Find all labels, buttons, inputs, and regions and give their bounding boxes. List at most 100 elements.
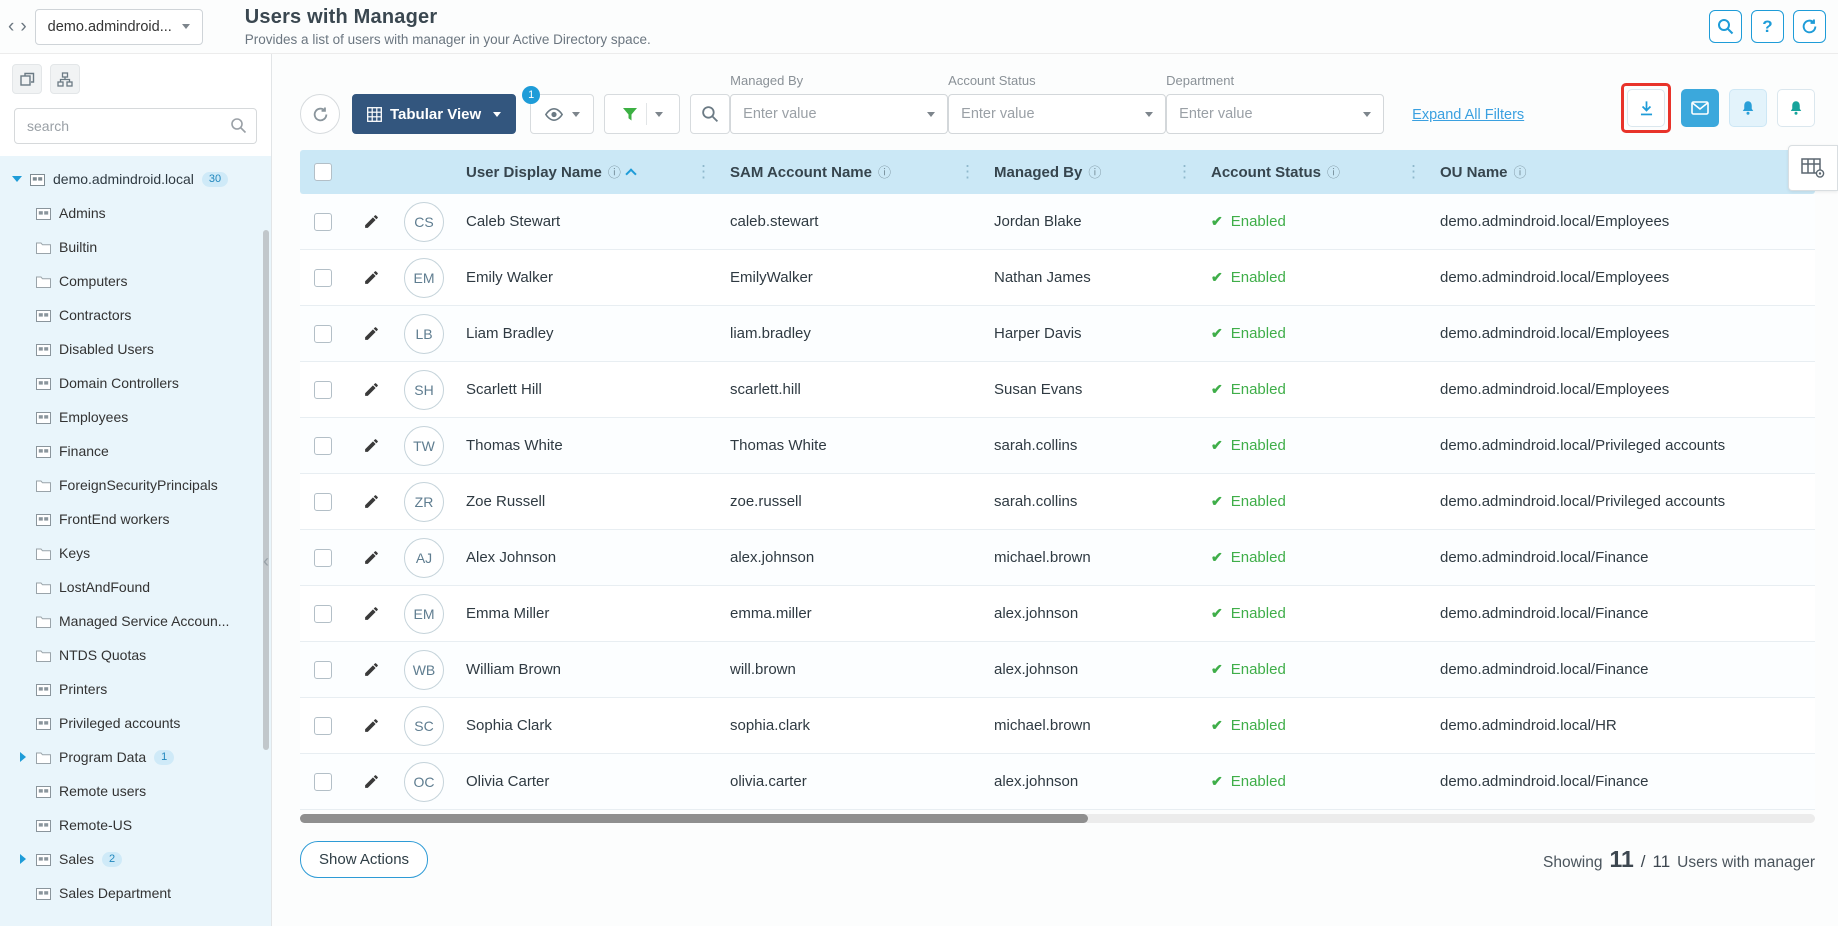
filter-field-select[interactable]: Enter value bbox=[730, 94, 948, 134]
tree-expand-icon[interactable] bbox=[20, 854, 26, 864]
row-checkbox[interactable] bbox=[314, 325, 332, 343]
workspace-switch-button[interactable] bbox=[12, 64, 42, 94]
tree-expand-icon[interactable] bbox=[20, 752, 26, 762]
download-button[interactable] bbox=[1627, 89, 1665, 127]
edit-user-button[interactable] bbox=[346, 549, 396, 566]
edit-user-button[interactable] bbox=[346, 213, 396, 230]
status-label: Enabled bbox=[1231, 549, 1286, 566]
session-sync-button[interactable] bbox=[1793, 10, 1826, 43]
sidebar-tree-item[interactable]: Finance bbox=[0, 434, 271, 468]
notification-bell-button[interactable] bbox=[1777, 89, 1815, 127]
sidebar-tree-item[interactable]: Disabled Users bbox=[0, 332, 271, 366]
sidebar-scrollbar[interactable] bbox=[263, 230, 269, 750]
sidebar-tree-item[interactable]: Sales 2 bbox=[0, 842, 271, 876]
sidebar-tree-item[interactable]: Admins bbox=[0, 196, 271, 230]
column-header-status[interactable]: Account Status ⓘ ⋮ bbox=[1211, 162, 1440, 182]
info-icon[interactable]: ⓘ bbox=[878, 166, 891, 179]
sidebar-tree-item[interactable]: Remote-US bbox=[0, 808, 271, 842]
report-search-button[interactable] bbox=[690, 94, 730, 134]
column-visibility-dropdown[interactable] bbox=[530, 94, 594, 134]
edit-user-button[interactable] bbox=[346, 605, 396, 622]
domain-selector-dropdown[interactable]: demo.admindroid... bbox=[35, 9, 203, 45]
sidebar-tree-item[interactable]: LostAndFound bbox=[0, 570, 271, 604]
edit-user-button[interactable] bbox=[346, 493, 396, 510]
sidebar-tree-item[interactable]: Keys bbox=[0, 536, 271, 570]
row-avatar: EM bbox=[404, 594, 444, 634]
refresh-button[interactable] bbox=[300, 94, 340, 134]
nav-back-icon[interactable]: ‹ bbox=[6, 16, 16, 38]
sidebar-tree-item[interactable]: Computers bbox=[0, 264, 271, 298]
filter-field-select[interactable]: Enter value bbox=[948, 94, 1166, 134]
hierarchy-view-button[interactable] bbox=[50, 64, 80, 94]
column-header-managed_by[interactable]: Managed By ⓘ ⋮ bbox=[994, 162, 1211, 182]
sidebar-search-input[interactable] bbox=[14, 108, 257, 144]
view-mode-dropdown[interactable]: Tabular View bbox=[352, 94, 516, 134]
sidebar-tree-item[interactable]: Remote users bbox=[0, 774, 271, 808]
info-icon[interactable]: ⓘ bbox=[1088, 166, 1101, 179]
column-header-ou[interactable]: OU Name ⓘ bbox=[1440, 164, 1815, 181]
row-checkbox[interactable] bbox=[314, 493, 332, 511]
info-icon[interactable]: ⓘ bbox=[1327, 166, 1340, 179]
row-checkbox[interactable] bbox=[314, 661, 332, 679]
sidebar-tree-item[interactable]: Domain Controllers bbox=[0, 366, 271, 400]
tree-root-item[interactable]: demo.admindroid.local 30 bbox=[0, 162, 271, 196]
filter-field-label: Managed By bbox=[730, 73, 948, 88]
edit-user-button[interactable] bbox=[346, 661, 396, 678]
horizontal-scrollbar[interactable] bbox=[300, 814, 1815, 823]
sidebar-tree-item[interactable]: Privileged accounts bbox=[0, 706, 271, 740]
sidebar-collapse-handle[interactable]: ‹ bbox=[263, 552, 269, 570]
filter-dropdown[interactable] bbox=[604, 94, 680, 134]
edit-user-button[interactable] bbox=[346, 773, 396, 790]
column-menu-icon[interactable]: ⋮ bbox=[1405, 162, 1422, 182]
sidebar-tree-item[interactable]: Builtin bbox=[0, 230, 271, 264]
row-checkbox[interactable] bbox=[314, 437, 332, 455]
sidebar-tree-item[interactable]: Contractors bbox=[0, 298, 271, 332]
select-all-checkbox[interactable] bbox=[314, 163, 332, 181]
row-checkbox[interactable] bbox=[314, 549, 332, 567]
email-report-button[interactable] bbox=[1681, 89, 1719, 127]
sidebar-tree: demo.admindroid.local 30 Admins Builtin … bbox=[0, 156, 271, 926]
row-checkbox[interactable] bbox=[314, 717, 332, 735]
show-actions-button[interactable]: Show Actions bbox=[300, 841, 428, 878]
column-settings-button[interactable] bbox=[1788, 145, 1838, 191]
row-checkbox[interactable] bbox=[314, 773, 332, 791]
expand-all-filters-link[interactable]: Expand All Filters bbox=[1412, 107, 1524, 123]
nav-forward-icon[interactable]: › bbox=[18, 16, 28, 38]
column-menu-icon[interactable]: ⋮ bbox=[959, 162, 976, 182]
global-search-button[interactable] bbox=[1709, 10, 1742, 43]
filter-field-select[interactable]: Enter value bbox=[1166, 94, 1384, 134]
row-checkbox[interactable] bbox=[314, 605, 332, 623]
info-icon[interactable]: ⓘ bbox=[608, 166, 621, 179]
check-icon: ✔ bbox=[1211, 269, 1223, 286]
edit-user-button[interactable] bbox=[346, 325, 396, 342]
info-icon[interactable]: ⓘ bbox=[1514, 166, 1527, 179]
column-header-sam[interactable]: SAM Account Name ⓘ ⋮ bbox=[730, 162, 994, 182]
sidebar-tree-item[interactable]: NTDS Quotas bbox=[0, 638, 271, 672]
edit-user-button[interactable] bbox=[346, 381, 396, 398]
sidebar-tree-item[interactable]: ForeignSecurityPrincipals bbox=[0, 468, 271, 502]
edit-user-button[interactable] bbox=[346, 269, 396, 286]
column-menu-icon[interactable]: ⋮ bbox=[1176, 162, 1193, 182]
column-header-label: Account Status bbox=[1211, 164, 1321, 181]
sort-asc-icon[interactable] bbox=[625, 168, 636, 179]
tree-collapse-icon[interactable] bbox=[12, 176, 22, 182]
edit-user-button[interactable] bbox=[346, 717, 396, 734]
help-button[interactable]: ? bbox=[1751, 10, 1784, 43]
bell-icon bbox=[1787, 99, 1805, 117]
edit-user-button[interactable] bbox=[346, 437, 396, 454]
row-checkbox[interactable] bbox=[314, 213, 332, 231]
sidebar-tree-item[interactable]: Employees bbox=[0, 400, 271, 434]
sidebar-tree-item[interactable]: Managed Service Accoun... bbox=[0, 604, 271, 638]
sidebar-tree-item[interactable]: Program Data 1 bbox=[0, 740, 271, 774]
row-checkbox[interactable] bbox=[314, 381, 332, 399]
sidebar-tree-item[interactable]: Printers bbox=[0, 672, 271, 706]
column-header-display_name[interactable]: User Display Name ⓘ ⋮ bbox=[466, 162, 730, 182]
column-header-label: OU Name bbox=[1440, 164, 1508, 181]
sidebar-tree-item[interactable]: Sales Department bbox=[0, 876, 271, 910]
sidebar-tree-item[interactable]: FrontEnd workers bbox=[0, 502, 271, 536]
alert-settings-button[interactable] bbox=[1729, 89, 1767, 127]
row-checkbox[interactable] bbox=[314, 269, 332, 287]
scrollbar-thumb[interactable] bbox=[300, 814, 1088, 823]
column-menu-icon[interactable]: ⋮ bbox=[695, 162, 712, 182]
status-label: Enabled bbox=[1231, 437, 1286, 454]
